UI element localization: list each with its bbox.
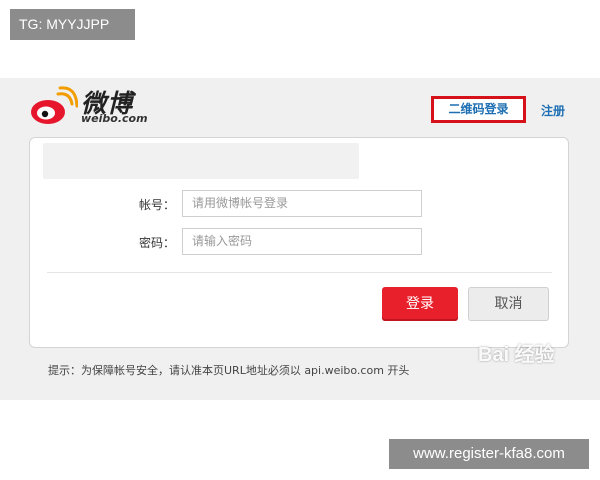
password-label: 密码：: [139, 236, 176, 250]
account-label: 帐号：: [139, 198, 176, 212]
watermark-url: www.register-kfa8.com: [389, 439, 589, 469]
weibo-logo-icon: [31, 86, 78, 124]
blurred-app-info: [43, 143, 359, 179]
security-tip: 提示：为保障帐号安全，请认准本页URL地址必须以 api.weibo.com 开…: [48, 364, 410, 377]
password-input[interactable]: 请输入密码: [182, 228, 422, 255]
account-input[interactable]: 请用微博帐号登录: [182, 190, 422, 217]
qr-code-login-link[interactable]: 二维码登录: [431, 96, 526, 123]
watermark-baidu: Bai 经验: [478, 344, 555, 366]
logo-text-en: weibo.com: [81, 112, 148, 125]
cancel-button[interactable]: 取消: [468, 287, 549, 321]
login-button[interactable]: 登录: [382, 287, 458, 321]
watermark-telegram: TG: MYYJJPP: [10, 9, 135, 40]
register-link[interactable]: 注册: [541, 102, 565, 119]
form-divider: [47, 272, 552, 273]
